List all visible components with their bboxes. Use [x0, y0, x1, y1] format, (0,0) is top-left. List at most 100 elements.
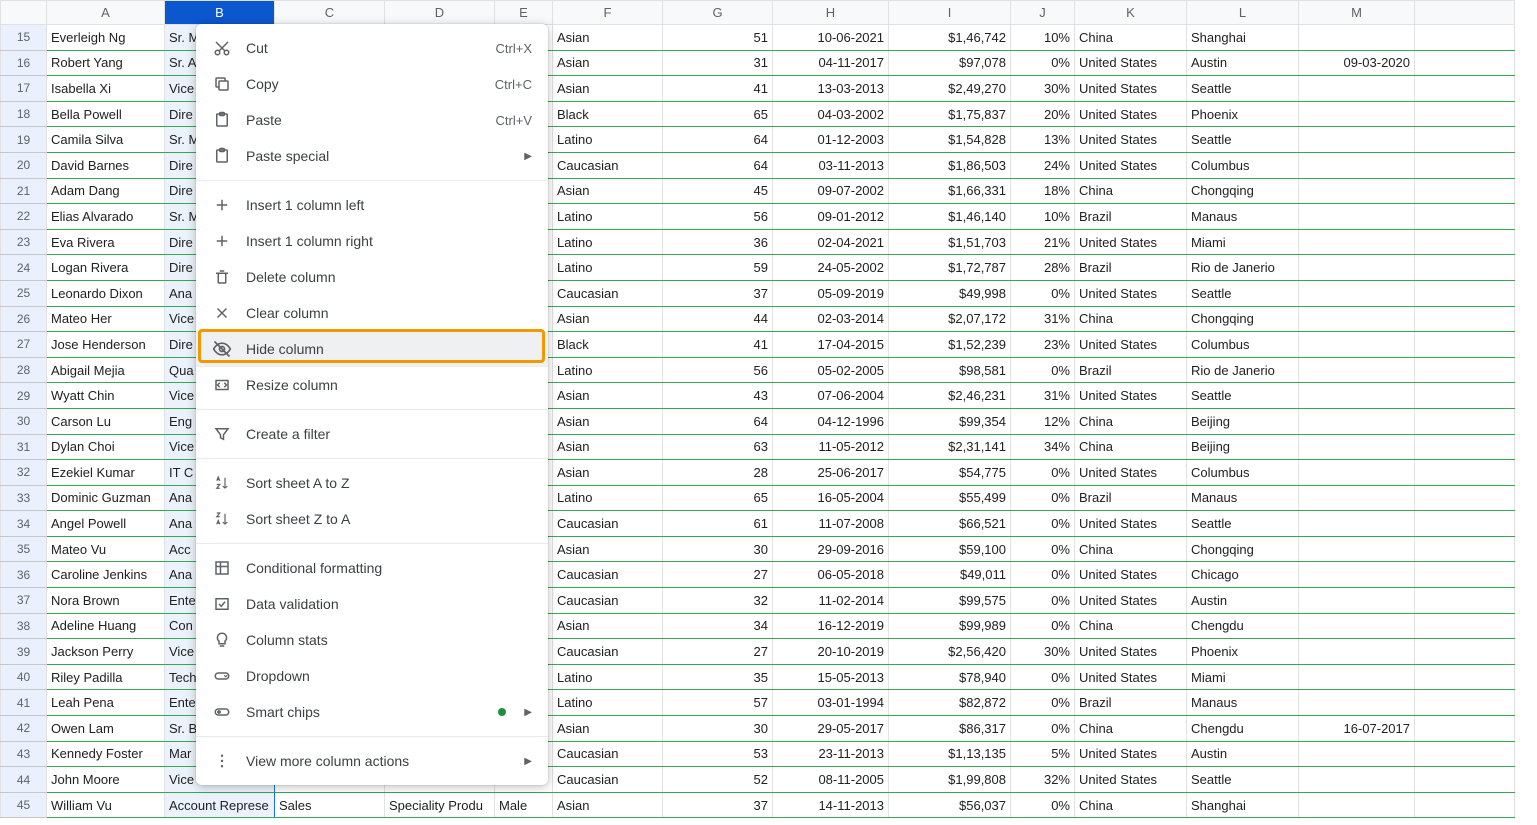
cell[interactable]	[1299, 229, 1415, 255]
cell[interactable]: Male	[495, 792, 553, 818]
cell[interactable]	[1299, 613, 1415, 639]
cell[interactable]: Elias Alvarado	[47, 204, 165, 230]
cell[interactable]: 0%	[1011, 716, 1075, 742]
cell[interactable]: 0%	[1011, 511, 1075, 537]
cell[interactable]	[1299, 25, 1415, 51]
cell[interactable]: 61	[663, 511, 773, 537]
cell[interactable]: Seattle	[1187, 76, 1299, 102]
cell[interactable]: 0%	[1011, 690, 1075, 716]
cell[interactable]: $2,07,172	[889, 306, 1011, 332]
cell[interactable]: $98,581	[889, 357, 1011, 383]
cell[interactable]: Jackson Perry	[47, 639, 165, 665]
cell[interactable]: Seattle	[1187, 511, 1299, 537]
cell[interactable]: 03-11-2013	[773, 152, 889, 178]
cell[interactable]: 18%	[1011, 178, 1075, 204]
cell[interactable]: 16-12-2019	[773, 613, 889, 639]
column-header-C[interactable]: C	[275, 1, 385, 25]
cell[interactable]: Leah Pena	[47, 690, 165, 716]
cell[interactable]: 11-05-2012	[773, 434, 889, 460]
row-header[interactable]: 38	[1, 613, 47, 639]
row-header[interactable]: 30	[1, 408, 47, 434]
cell[interactable]: Mateo Vu	[47, 536, 165, 562]
cell[interactable]: Caucasian	[553, 511, 663, 537]
cell[interactable]: Asian	[553, 50, 663, 76]
cell[interactable]	[1299, 639, 1415, 665]
cell[interactable]	[1415, 639, 1515, 665]
cell[interactable]: Riley Padilla	[47, 664, 165, 690]
cell[interactable]: United States	[1075, 280, 1187, 306]
cell[interactable]: 20%	[1011, 101, 1075, 127]
menu-delete-column[interactable]: Delete column	[196, 259, 548, 295]
menu-sort-az[interactable]: Sort sheet A to Z	[196, 465, 548, 501]
cell[interactable]: $1,72,787	[889, 255, 1011, 281]
cell[interactable]: Asian	[553, 536, 663, 562]
cell[interactable]: Sales	[275, 792, 385, 818]
column-header-I[interactable]: I	[889, 1, 1011, 25]
cell[interactable]	[1299, 280, 1415, 306]
cell[interactable]: 0%	[1011, 664, 1075, 690]
row-header[interactable]: 23	[1, 229, 47, 255]
menu-column-stats[interactable]: Column stats	[196, 622, 548, 658]
cell[interactable]: Manaus	[1187, 485, 1299, 511]
cell[interactable]: Chongqing	[1187, 178, 1299, 204]
cell[interactable]: 56	[663, 357, 773, 383]
menu-copy[interactable]: Copy Ctrl+C	[196, 66, 548, 102]
menu-clear-column[interactable]: Clear column	[196, 295, 548, 331]
row-header[interactable]: 17	[1, 76, 47, 102]
cell[interactable]	[1299, 101, 1415, 127]
row-header[interactable]: 21	[1, 178, 47, 204]
cell[interactable]: Chengdu	[1187, 613, 1299, 639]
cell[interactable]: 04-11-2017	[773, 50, 889, 76]
cell[interactable]: $82,872	[889, 690, 1011, 716]
cell[interactable]: 17-04-2015	[773, 332, 889, 358]
cell[interactable]: $59,100	[889, 536, 1011, 562]
cell[interactable]: 15-05-2013	[773, 664, 889, 690]
cell[interactable]: 02-03-2014	[773, 306, 889, 332]
cell[interactable]: Brazil	[1075, 255, 1187, 281]
menu-conditional-formatting[interactable]: Conditional formatting	[196, 550, 548, 586]
row-header[interactable]: 37	[1, 588, 47, 614]
cell[interactable]: Caucasian	[553, 767, 663, 793]
cell[interactable]: Adeline Huang	[47, 613, 165, 639]
cell[interactable]: Robert Yang	[47, 50, 165, 76]
row-header[interactable]: 36	[1, 562, 47, 588]
menu-data-validation[interactable]: Data validation	[196, 586, 548, 622]
cell[interactable]: 20-10-2019	[773, 639, 889, 665]
cell[interactable]: China	[1075, 434, 1187, 460]
menu-create-filter[interactable]: Create a filter	[196, 416, 548, 452]
cell[interactable]	[1299, 76, 1415, 102]
cell[interactable]: Owen Lam	[47, 716, 165, 742]
cell[interactable]	[1415, 716, 1515, 742]
cell[interactable]	[1415, 280, 1515, 306]
cell[interactable]: Rio de Janerio	[1187, 255, 1299, 281]
cell[interactable]: Caucasian	[553, 639, 663, 665]
cell[interactable]: 28	[663, 460, 773, 486]
cell[interactable]: Manaus	[1187, 204, 1299, 230]
cell[interactable]	[1415, 357, 1515, 383]
cell[interactable]: Shanghai	[1187, 25, 1299, 51]
cell[interactable]: 31%	[1011, 306, 1075, 332]
cell[interactable]	[1415, 767, 1515, 793]
cell[interactable]	[1415, 25, 1515, 51]
cell[interactable]: 21%	[1011, 229, 1075, 255]
cell[interactable]	[1299, 434, 1415, 460]
cell[interactable]: Seattle	[1187, 127, 1299, 153]
cell[interactable]: 0%	[1011, 613, 1075, 639]
row-header[interactable]: 16	[1, 50, 47, 76]
cell[interactable]: Chongqing	[1187, 306, 1299, 332]
cell[interactable]: Latino	[553, 127, 663, 153]
row-header[interactable]: 26	[1, 306, 47, 332]
cell[interactable]	[1299, 152, 1415, 178]
cell[interactable]: China	[1075, 613, 1187, 639]
cell[interactable]: 30	[663, 536, 773, 562]
cell[interactable]: United States	[1075, 50, 1187, 76]
menu-insert-right[interactable]: Insert 1 column right	[196, 223, 548, 259]
cell[interactable]: Asian	[553, 178, 663, 204]
cell[interactable]: 0%	[1011, 485, 1075, 511]
cell[interactable]: United States	[1075, 383, 1187, 409]
cell[interactable]: 25-06-2017	[773, 460, 889, 486]
cell[interactable]: Carson Lu	[47, 408, 165, 434]
cell[interactable]	[1299, 485, 1415, 511]
cell[interactable]: Brazil	[1075, 204, 1187, 230]
cell[interactable]: $54,775	[889, 460, 1011, 486]
